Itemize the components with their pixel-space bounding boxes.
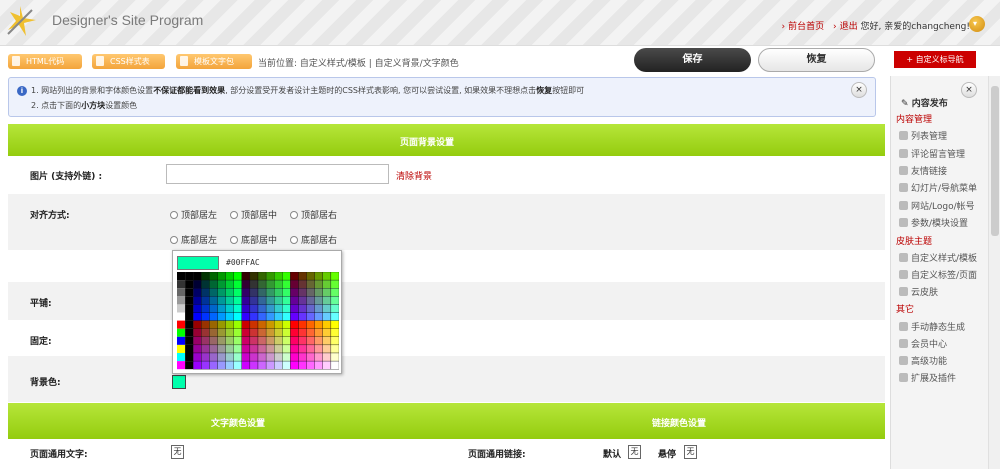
color-hex-value: #00FFAC <box>226 258 260 267</box>
align-top-left-radio[interactable]: 顶部居左 <box>170 208 217 221</box>
template-text-button[interactable]: 模板文字包 <box>176 54 252 69</box>
sidebar-item-custom-style[interactable]: 自定义样式/模板 <box>899 251 977 264</box>
sidebar-cat-skin: 皮肤主题 <box>896 237 933 247</box>
header: Designer's Site Program › 前台首页 › 退出 您好, 亲爱… <box>0 0 1000 46</box>
notice-line-2: 2. 点击下面的小方块设置颜色 <box>31 101 138 110</box>
sidebar-item-slides[interactable]: 幻灯片/导航菜单 <box>899 181 977 194</box>
logout-link[interactable]: 退出 <box>840 22 858 32</box>
text-link-section-header: 文字颜色设置 链接颜色设置 <box>8 403 885 439</box>
page-link-label: 页面通用链接: <box>468 450 526 460</box>
hover-label: 悬停 <box>658 450 677 460</box>
image-url-input[interactable] <box>166 164 389 184</box>
arrow-icon: › <box>781 22 786 32</box>
sidebar-item-links[interactable]: 友情链接 <box>899 164 947 177</box>
css-button[interactable]: CSS样式表 <box>92 54 165 69</box>
sidebar-cat-other: 其它 <box>896 305 915 315</box>
sidebar-item-members[interactable]: 会员中心 <box>899 337 947 350</box>
color-picker-popup[interactable]: #00FFAC <box>172 250 342 374</box>
align-bottom-right-radio[interactable]: 底部居右 <box>290 233 337 246</box>
link-hover-swatch[interactable]: 无 <box>684 445 697 459</box>
page-bg-section-header: 页面背景设置 <box>8 124 885 156</box>
html-code-button[interactable]: HTML代码 <box>8 54 82 69</box>
clear-background-link[interactable]: 清除背景 <box>396 169 432 182</box>
sidebar-publish[interactable]: ✎ 内容发布 <box>901 96 948 109</box>
scrollbar-thumb[interactable] <box>991 86 999 236</box>
image-row: 图片 (支持外链) : <box>8 156 885 194</box>
sidebar: × ✎ 内容发布 内容管理 列表管理 评论留言管理 友情链接 幻灯片/导航菜单 … <box>890 76 988 469</box>
fixed-label: 固定: <box>30 337 52 347</box>
image-label: 图片 (支持外链) : <box>30 172 103 182</box>
tile-label: 平铺: <box>30 299 52 309</box>
align-top-right-radio[interactable]: 顶部居右 <box>290 208 337 221</box>
text-color-swatch[interactable]: 无 <box>171 445 184 459</box>
default-label: 默认 <box>603 450 622 460</box>
notice-line-1: 1. 网站列出的背景和字体颜色设置不保证都能看到效果, 部分设置受开发者设计主题… <box>31 86 585 95</box>
restore-button[interactable]: 恢复 <box>758 48 875 72</box>
align-row: 对齐方式: <box>8 194 885 250</box>
spacer-row <box>8 250 885 282</box>
tile-row: 平铺: <box>8 282 885 320</box>
align-bottom-center-radio[interactable]: 底部居中 <box>230 233 277 246</box>
color-preview <box>177 256 219 270</box>
link-default-swatch[interactable]: 无 <box>628 445 641 459</box>
sidebar-item-list[interactable]: 列表管理 <box>899 129 947 142</box>
page-text-label: 页面通用文字: <box>30 450 88 460</box>
logo-star-icon <box>7 6 36 36</box>
custom-nav-label: 自定义标导航 <box>915 55 964 64</box>
sidebar-item-cloud-skin[interactable]: 云皮肤 <box>899 285 938 298</box>
link-color-title: 链接颜色设置 <box>652 419 707 429</box>
greeting-text: 您好, 亲爱的changcheng! <box>860 22 970 32</box>
scrollbar[interactable] <box>988 76 1000 469</box>
plus-icon: + <box>906 55 916 64</box>
sidebar-close-icon[interactable]: × <box>961 82 977 98</box>
app-title: Designer's Site Program <box>52 12 204 28</box>
user-menu-icon[interactable]: ▾ <box>969 16 985 32</box>
align-bottom-left-radio[interactable]: 底部居左 <box>170 233 217 246</box>
fixed-row: 固定: <box>8 320 885 356</box>
sidebar-item-advanced[interactable]: 高级功能 <box>899 354 947 367</box>
notice-box: i 1. 网站列出的背景和字体颜色设置不保证都能看到效果, 部分设置受开发者设计… <box>8 77 876 117</box>
sidebar-item-params[interactable]: 参数/模块设置 <box>899 216 968 229</box>
bgcolor-label: 背景色: <box>30 378 61 388</box>
info-icon: i <box>17 86 27 96</box>
sidebar-item-static[interactable]: 手动静态生成 <box>899 320 965 333</box>
sidebar-item-comments[interactable]: 评论留言管理 <box>899 147 965 160</box>
section-title: 页面背景设置 <box>400 138 455 148</box>
user-bar: › 前台首页 › 退出 您好, 亲爱的changcheng! <box>781 19 970 32</box>
close-icon[interactable]: × <box>851 82 867 98</box>
arrow-icon: › <box>832 22 837 32</box>
custom-nav-button[interactable]: + 自定义标导航 <box>894 51 976 68</box>
color-grid[interactable] <box>177 272 339 371</box>
bgcolor-row: 背景色: <box>8 356 885 402</box>
save-button[interactable]: 保存 <box>634 48 751 72</box>
main-panel: 页面背景设置 图片 (支持外链) : 清除背景 对齐方式: 顶部居左 顶部居中 … <box>8 124 885 469</box>
sidebar-cat-content: 内容管理 <box>896 115 933 125</box>
home-link[interactable]: 前台首页 <box>788 22 824 32</box>
breadcrumb: 当前位置: 自定义样式/模板 | 自定义背景/文字颜色 <box>258 59 459 69</box>
text-color-title: 文字颜色设置 <box>211 419 266 429</box>
text-color-row: 页面通用文字: 页面通用链接: 默认 悬停 <box>8 439 885 469</box>
sidebar-item-site[interactable]: 网站/Logo/帐号 <box>899 199 975 212</box>
align-top-center-radio[interactable]: 顶部居中 <box>230 208 277 221</box>
bgcolor-swatch[interactable] <box>172 375 186 389</box>
sidebar-item-custom-tags[interactable]: 自定义标签/页面 <box>899 268 977 281</box>
sidebar-item-plugins[interactable]: 扩展及插件 <box>899 371 956 384</box>
align-label: 对齐方式: <box>30 211 70 221</box>
